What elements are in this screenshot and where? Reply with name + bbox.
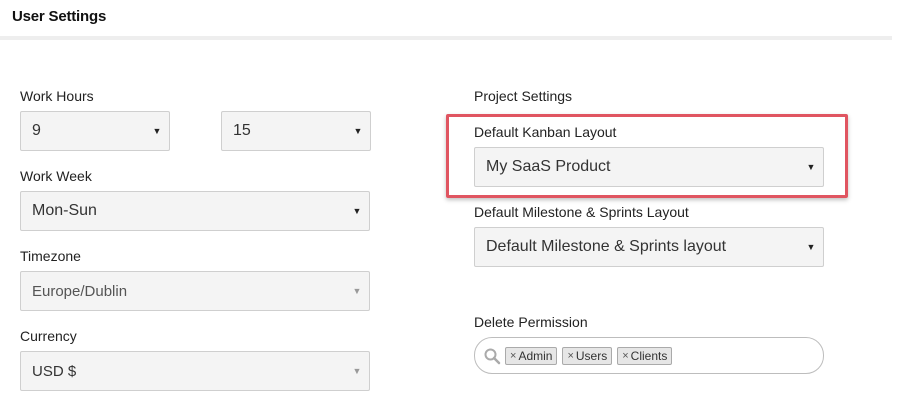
timezone-label: Timezone — [20, 248, 81, 264]
tag-label: Admin — [518, 348, 553, 363]
caret-down-icon: ▼ — [352, 286, 362, 296]
work-hours-label: Work Hours — [20, 88, 94, 104]
remove-tag-icon[interactable]: × — [622, 350, 628, 362]
work-hours-end-select[interactable]: 15 ▼ — [221, 111, 371, 151]
caret-down-icon: ▼ — [352, 206, 362, 216]
caret-down-icon: ▼ — [353, 126, 363, 136]
work-hours-end-value: 15 — [233, 122, 251, 139]
tag-users[interactable]: × Users — [562, 346, 613, 365]
timezone-select[interactable]: Europe/Dublin ▼ — [20, 271, 370, 311]
kanban-layout-value: My SaaS Product — [486, 158, 611, 175]
kanban-layout-label: Default Kanban Layout — [474, 124, 617, 140]
milestone-layout-select[interactable]: Default Milestone & Sprints layout ▼ — [474, 227, 824, 267]
work-hours-start-value: 9 — [32, 122, 41, 139]
currency-select[interactable]: USD $ ▼ — [20, 351, 370, 391]
work-hours-start-select[interactable]: 9 ▼ — [20, 111, 170, 151]
milestone-layout-label: Default Milestone & Sprints Layout — [474, 204, 689, 220]
tag-admin[interactable]: × Admin — [505, 346, 558, 365]
search-icon — [484, 348, 501, 364]
currency-label: Currency — [20, 328, 77, 344]
caret-down-icon: ▼ — [152, 126, 162, 136]
work-week-label: Work Week — [20, 168, 92, 184]
work-week-value: Mon-Sun — [32, 202, 97, 219]
remove-tag-icon[interactable]: × — [510, 350, 516, 362]
kanban-layout-select[interactable]: My SaaS Product ▼ — [474, 147, 824, 187]
caret-down-icon: ▼ — [352, 366, 362, 376]
tag-clients[interactable]: × Clients — [617, 346, 673, 365]
page-title: User Settings — [12, 8, 107, 25]
currency-value: USD $ — [32, 362, 77, 380]
milestone-layout-value: Default Milestone & Sprints layout — [486, 238, 727, 255]
work-week-select[interactable]: Mon-Sun ▼ — [20, 191, 370, 231]
caret-down-icon: ▼ — [806, 162, 816, 172]
remove-tag-icon[interactable]: × — [567, 350, 573, 362]
timezone-value: Europe/Dublin — [32, 282, 128, 300]
project-settings-label: Project Settings — [474, 88, 573, 104]
caret-down-icon: ▼ — [806, 242, 816, 252]
tag-label: Clients — [630, 348, 668, 363]
delete-permission-input[interactable]: × Admin × Users × Clients — [474, 337, 824, 374]
delete-permission-label: Delete Permission — [474, 314, 588, 330]
header-divider — [0, 36, 892, 40]
tag-label: Users — [575, 348, 608, 363]
